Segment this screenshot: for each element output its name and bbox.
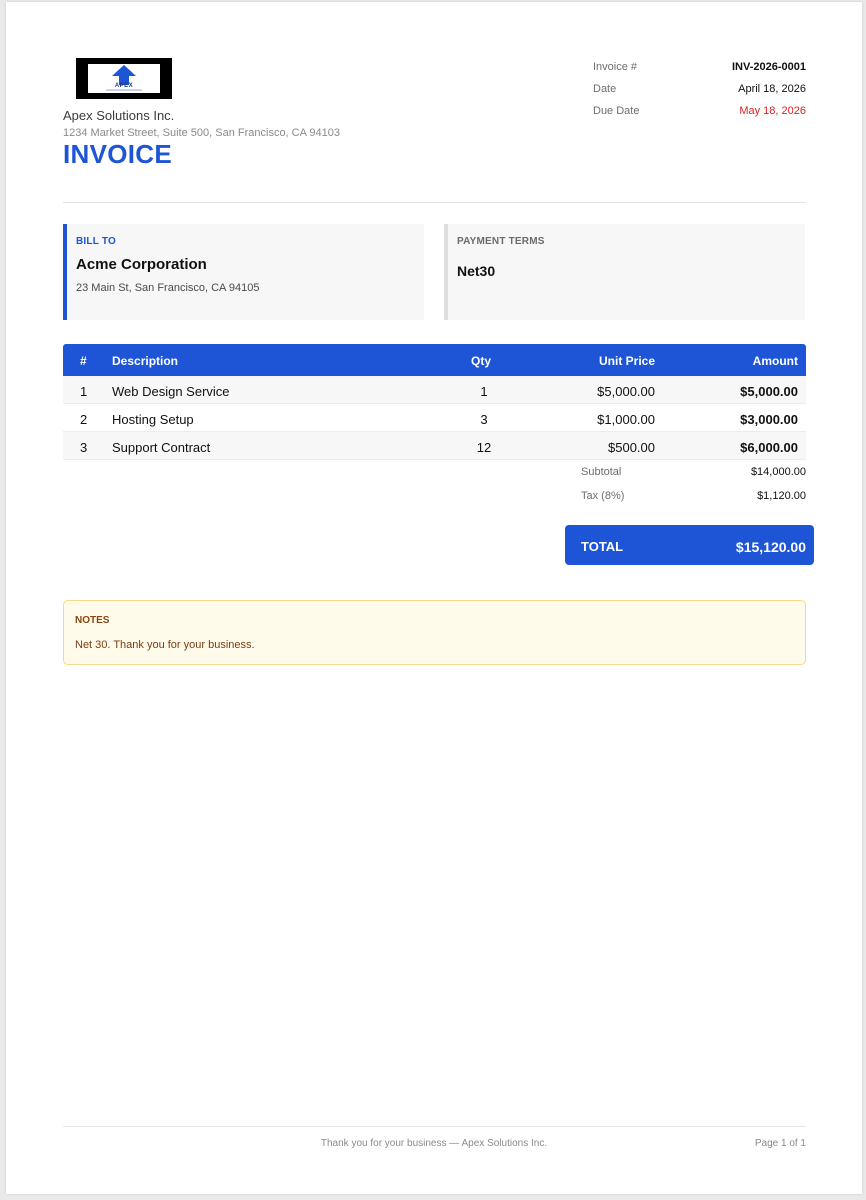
items-table-header: # Description Qty Unit Price Amount	[63, 344, 806, 376]
bill-to-label: BILL TO	[76, 236, 116, 247]
payment-terms-card: PAYMENT TERMS Net30	[444, 224, 805, 320]
invoice-date-value: April 18, 2026	[738, 83, 806, 95]
row-qty: 3	[480, 412, 488, 427]
column-header-qty: Qty	[471, 354, 492, 368]
row-number: 1	[80, 384, 88, 399]
row-number: 2	[80, 412, 88, 427]
notes-label: NOTES	[75, 615, 110, 626]
tax-value: $1,120.00	[757, 490, 806, 502]
total-value: $15,120.00	[735, 539, 806, 555]
tax-label: Tax (8%)	[581, 490, 625, 502]
invoice-number-value: INV-2026-0001	[732, 61, 806, 73]
header-divider	[63, 202, 806, 203]
row-description: Support Contract	[112, 440, 211, 455]
company-logo: APEX	[76, 58, 172, 99]
arrow-up-icon	[112, 65, 136, 85]
company-address: 1234 Market Street, Suite 500, San Franc…	[63, 127, 340, 139]
page-number: Page 1 of 1	[754, 1138, 806, 1149]
due-date-label: Due Date	[593, 105, 640, 117]
row-qty: 12	[476, 440, 492, 455]
row-description: Hosting Setup	[112, 412, 194, 427]
row-amount: $6,000.00	[740, 440, 798, 455]
bill-to-card: BILL TO Acme Corporation 23 Main St, San…	[63, 224, 424, 320]
notes-text: Net 30. Thank you for your business.	[75, 639, 255, 651]
table-row: 1 Web Design Service 1 $5,000.00 $5,000.…	[63, 376, 806, 404]
due-date-value: May 18, 2026	[739, 105, 806, 117]
bill-to-name: Acme Corporation	[76, 256, 207, 273]
company-name: Apex Solutions Inc.	[63, 108, 175, 123]
column-header-unit-price: Unit Price	[598, 354, 655, 368]
row-description: Web Design Service	[112, 384, 230, 399]
table-row: 2 Hosting Setup 3 $1,000.00 $3,000.00	[63, 404, 806, 432]
row-number: 3	[80, 440, 88, 455]
row-unit-price: $1,000.00	[597, 412, 655, 427]
row-unit-price: $500.00	[608, 440, 655, 455]
row-amount: $3,000.00	[740, 412, 798, 427]
row-qty: 1	[480, 384, 488, 399]
bill-to-address: 23 Main St, San Francisco, CA 94105	[76, 282, 260, 294]
row-amount: $5,000.00	[740, 384, 798, 399]
invoice-date-label: Date	[593, 83, 617, 95]
payment-terms-label: PAYMENT TERMS	[457, 236, 545, 247]
row-unit-price: $5,000.00	[597, 384, 655, 399]
subtotal-label: Subtotal	[581, 466, 622, 478]
notes-box: NOTES Net 30. Thank you for your busines…	[63, 600, 806, 665]
column-header-number: #	[80, 354, 87, 368]
invoice-number-label: Invoice #	[593, 61, 638, 73]
total-box: TOTAL $15,120.00	[565, 525, 814, 565]
footer-text: Thank you for your business — Apex Solut…	[320, 1138, 548, 1149]
table-row: 3 Support Contract 12 $500.00 $6,000.00	[63, 432, 806, 460]
total-label: TOTAL	[581, 539, 624, 554]
subtotal-value: $14,000.00	[750, 466, 806, 478]
column-header-description: Description	[112, 354, 179, 368]
page-title: INVOICE	[63, 139, 173, 169]
invoice-page: APEX Apex Solutions Inc. 1234 Market Str…	[6, 2, 862, 1194]
column-header-amount: Amount	[752, 354, 798, 368]
payment-terms-value: Net30	[457, 263, 496, 279]
footer-divider	[63, 1126, 806, 1127]
